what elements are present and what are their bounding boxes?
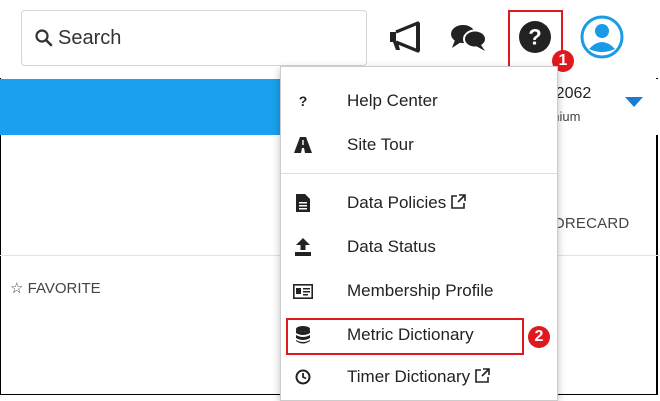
user-menu-button[interactable]: [579, 14, 625, 60]
star-icon: ☆: [10, 280, 24, 297]
id-card-icon: [293, 281, 313, 301]
search-icon: [35, 29, 53, 47]
menu-item-data-status[interactable]: Data Status: [281, 229, 557, 265]
file-icon: [293, 193, 313, 213]
clock-icon: [293, 367, 313, 387]
chat-button[interactable]: [448, 16, 490, 58]
user-avatar-icon: [580, 15, 624, 59]
chevron-down-icon[interactable]: [625, 97, 643, 107]
user-info[interactable]: P2062 nnium: [545, 79, 660, 135]
question-icon: ?: [298, 93, 308, 109]
menu-divider: [281, 173, 557, 174]
menu-item-label: Membership Profile: [347, 281, 494, 300]
menu-item-label: Help Center: [347, 91, 438, 110]
menu-item-help-center[interactable]: ? Help Center: [281, 83, 557, 119]
search-input[interactable]: Search: [21, 10, 367, 66]
upload-icon: [293, 237, 313, 257]
tab-scorecard[interactable]: ORECARD: [553, 215, 629, 232]
metric-dictionary-highlight: [286, 318, 524, 355]
favorite-label: FAVORITE: [27, 280, 101, 297]
step-2-badge: 2: [528, 326, 550, 348]
menu-item-label: Site Tour: [347, 135, 414, 154]
menu-item-label: Timer Dictionary: [347, 367, 490, 387]
menu-item-timer-dictionary[interactable]: Timer Dictionary: [281, 359, 557, 395]
menu-item-membership-profile[interactable]: Membership Profile: [281, 273, 557, 309]
menu-item-label: Data Policies: [347, 193, 466, 213]
megaphone-icon: [390, 21, 420, 53]
menu-item-data-policies[interactable]: Data Policies: [281, 185, 557, 221]
menu-item-label: Data Status: [347, 237, 436, 256]
chat-icon: [451, 25, 487, 51]
favorite-button[interactable]: ☆ FAVORITE: [10, 279, 101, 297]
external-link-icon: [451, 194, 466, 209]
search-placeholder: Search: [58, 26, 122, 49]
road-icon: [293, 135, 313, 155]
menu-item-site-tour[interactable]: Site Tour: [281, 127, 557, 163]
announcements-button[interactable]: [386, 16, 428, 58]
external-link-icon: [475, 368, 490, 383]
